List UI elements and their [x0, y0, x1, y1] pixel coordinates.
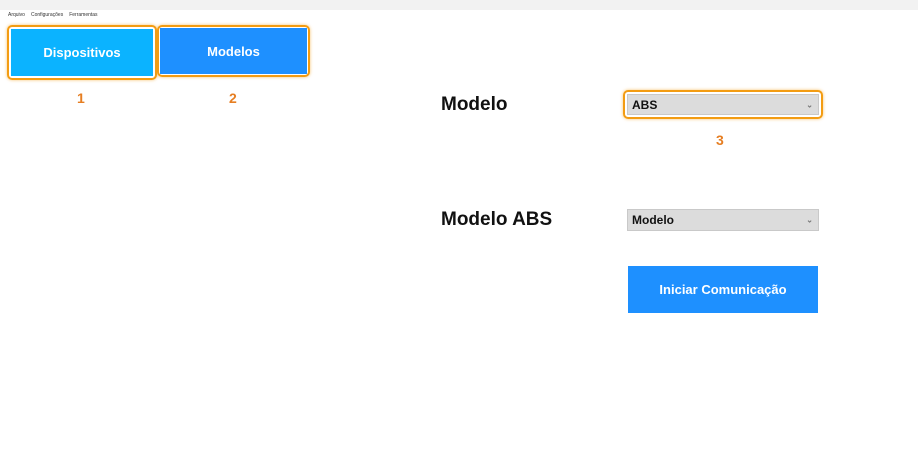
- callout-2: 2: [229, 90, 237, 106]
- menu-configuracoes[interactable]: Configurações: [31, 12, 63, 18]
- chevron-down-icon: ⌄: [806, 100, 813, 109]
- chevron-down-icon: ⌄: [806, 215, 813, 225]
- modelo-select-value: ABS: [632, 97, 658, 112]
- modelo-select[interactable]: ABS ⌄: [627, 94, 819, 115]
- menu-ferramentas[interactable]: Ferramentas: [69, 12, 97, 18]
- callout-1: 1: [77, 90, 85, 106]
- modelo-label: Modelo: [441, 94, 508, 115]
- iniciar-comunicacao-button[interactable]: Iniciar Comunicação: [628, 266, 818, 313]
- modelo-abs-select[interactable]: Modelo ⌄: [627, 209, 819, 231]
- callout-3: 3: [716, 132, 724, 148]
- modelo-abs-label: Modelo ABS: [441, 209, 553, 230]
- modelos-button[interactable]: Modelos: [160, 28, 307, 74]
- menu-arquivo[interactable]: Arquivo: [8, 12, 25, 18]
- menubar: Arquivo Configurações Ferramentas: [8, 12, 98, 18]
- modelo-abs-select-value: Modelo: [632, 213, 674, 227]
- dispositivos-button[interactable]: Dispositivos: [11, 29, 153, 76]
- window-top-strip: [0, 0, 918, 10]
